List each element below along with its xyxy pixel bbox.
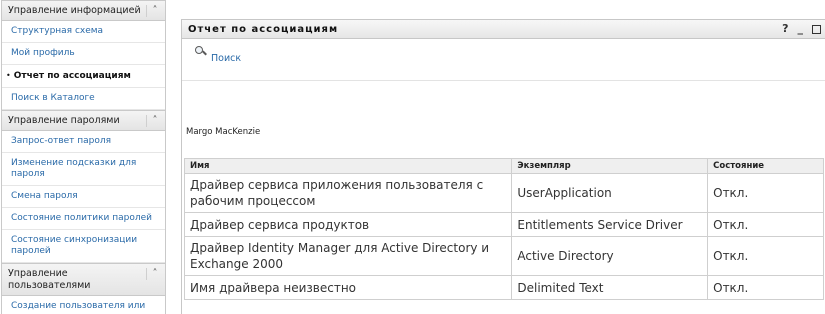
nav-section-title: Управление паролями [8,115,120,126]
table-row: Драйвер сервиса продуктов Entitlements S… [183,212,824,237]
association-report-portlet: Отчет по ассоциациям ? _ Поиск Margo Mac… [181,19,825,314]
nav-section-user-management: Управление пользователями ˄ Создание пол… [1,263,166,314]
chevron-up-double-icon[interactable]: ˄ [146,5,160,17]
sidebar-item-password-policy-status[interactable]: Состояние политики паролей [2,208,165,230]
sidebar-item-association-report[interactable]: Отчет по ассоциациям [2,65,165,88]
table-row: Имя драйвера неизвестно Delimited Text О… [183,275,824,300]
sidebar-item-change-password[interactable]: Смена пароля [2,186,165,208]
nav-section-password-management: Управление паролями ˄ Запрос-ответ парол… [1,110,166,263]
chevron-up-double-icon[interactable]: ˄ [146,115,160,127]
status-cell: Откл. [707,173,824,213]
status-cell: Откл. [707,212,824,237]
status-cell: Откл. [707,275,824,300]
status-cell: Откл. [707,236,824,276]
association-table: Имя Экземпляр Состояние Драйвер сервиса … [183,158,824,300]
instance-cell: Delimited Text [511,275,709,300]
maximize-icon[interactable] [812,24,821,34]
instance-cell: Entitlements Service Driver [511,212,709,237]
table-row: Драйвер Identity Manager для Active Dire… [183,236,824,276]
column-header-status[interactable]: Состояние [707,158,824,174]
sidebar-item-challenge-response[interactable]: Запрос-ответ пароля [2,131,165,153]
driver-name-cell: Драйвер сервиса приложения пользователя … [183,173,513,213]
instance-cell: Active Directory [511,236,709,276]
nav-section-header: Управление паролями ˄ [2,111,165,131]
nav-section-info-management: Управление информацией ˄ Структурная схе… [1,0,166,110]
search-bar: Поиск [182,39,825,81]
driver-name-cell: Драйвер Identity Manager для Active Dire… [183,236,513,276]
search-label: Поиск [211,53,242,64]
sidebar-item-change-hint[interactable]: Изменение подсказки для пароля [2,153,165,186]
portlet-title-bar: Отчет по ассоциациям ? _ [182,20,825,39]
column-header-instance[interactable]: Экземпляр [511,158,709,174]
sidebar: Управление информацией ˄ Структурная схе… [1,0,166,314]
table-header-row: Имя Экземпляр Состояние [183,158,824,174]
nav-section-header: Управление пользователями ˄ [2,264,165,296]
help-icon[interactable]: ? [782,23,788,35]
minimize-icon[interactable]: _ [798,23,804,35]
user-name: Margo MacKenzie [186,127,261,137]
magnifier-icon [195,46,207,58]
nav-section-header: Управление информацией ˄ [2,1,165,21]
instance-cell: UserApplication [511,173,709,213]
sidebar-item-org-chart[interactable]: Структурная схема [2,21,165,43]
sidebar-item-password-sync-status[interactable]: Состояние синхронизации паролей [2,230,165,263]
chevron-up-double-icon[interactable]: ˄ [146,268,160,280]
nav-section-title: Управление пользователями [8,268,91,291]
search-link[interactable]: Поиск [195,46,242,64]
driver-name-cell: Имя драйвера неизвестно [183,275,513,300]
nav-section-title: Управление информацией [8,5,141,16]
sidebar-item-my-profile[interactable]: Мой профиль [2,43,165,65]
sidebar-item-create-user-group[interactable]: Создание пользователя или группы [2,296,165,314]
table-row: Драйвер сервиса приложения пользователя … [183,173,824,213]
sidebar-item-directory-search[interactable]: Поиск в Каталоге [2,88,165,110]
portlet-title: Отчет по ассоциациям [188,23,339,35]
driver-name-cell: Драйвер сервиса продуктов [183,212,513,237]
column-header-name[interactable]: Имя [183,158,513,174]
portlet-controls: ? _ [782,23,821,35]
